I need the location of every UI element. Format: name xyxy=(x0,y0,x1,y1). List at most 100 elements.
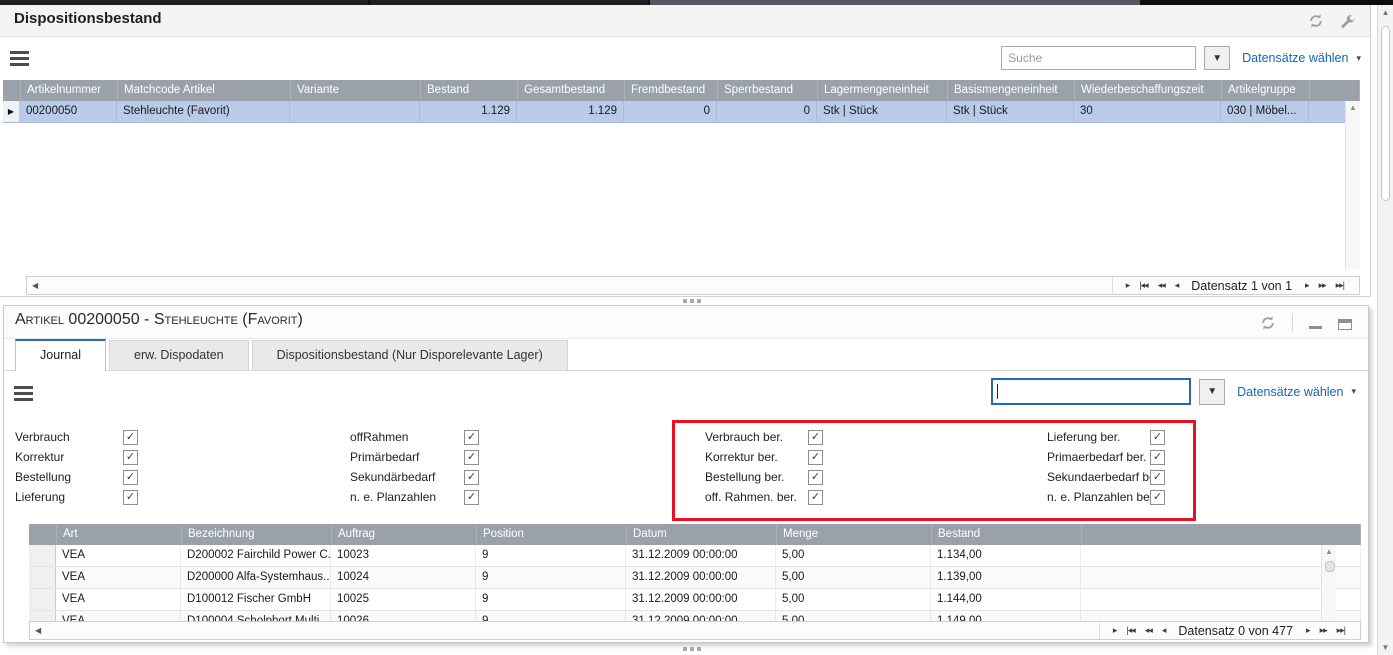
page-scrollbar[interactable]: ▲ ▼ xyxy=(1377,5,1393,655)
hscroll-left-icon[interactable]: ◀ xyxy=(32,281,38,290)
checkbox-korrektur-ber[interactable]: ✓ xyxy=(808,450,823,465)
column-header-bezeichnung[interactable]: Bezeichnung xyxy=(182,524,332,545)
journal-filter-checkboxes: Verbrauch✓Korrektur✓Bestellung✓Lieferung… xyxy=(4,413,1368,523)
scrollbar-thumb[interactable] xyxy=(1381,26,1390,201)
filter-row: offRahmen✓ xyxy=(350,427,479,447)
filter-group-4: Lieferung ber.✓Primaerbedarf ber.✓Sekund… xyxy=(1047,427,1165,507)
scroll-up-icon[interactable]: ▲ xyxy=(1346,101,1360,114)
table-vertical-scrollbar[interactable]: ▲ xyxy=(1321,545,1336,621)
checkbox-korrektur[interactable]: ✓ xyxy=(123,450,138,465)
checkbox-off-rahmen-ber[interactable]: ✓ xyxy=(808,490,823,505)
cell-position: 9 xyxy=(476,567,626,588)
panel-splitter[interactable] xyxy=(683,299,701,303)
column-header-artikelnummer[interactable]: Artikelnummer xyxy=(21,80,118,101)
checkbox-n-e-planzahlen-ber[interactable]: ✓ xyxy=(1150,490,1165,505)
column-header-artikelgruppe[interactable]: Artikelgruppe xyxy=(1222,80,1310,101)
filter-row: Korrektur✓ xyxy=(15,447,138,467)
nav-lead-button[interactable]: ▸ xyxy=(1126,280,1130,291)
scroll-up-icon[interactable]: ▲ xyxy=(1322,545,1336,558)
column-header-matchcode-artikel[interactable]: Matchcode Artikel xyxy=(118,80,291,101)
column-header-variante[interactable]: Variante xyxy=(291,80,421,101)
refresh-icon[interactable] xyxy=(1308,13,1324,29)
table-row[interactable]: VEAD100012 Fischer GmbH10025931.12.2009 … xyxy=(29,589,1361,611)
row-selector-cell[interactable] xyxy=(29,545,56,566)
record-count-label: Datensatz 0 von 477 xyxy=(1178,624,1293,638)
checkbox-verbrauch-ber[interactable]: ✓ xyxy=(808,430,823,445)
nav-fast-prev-button[interactable]: ◂◂ xyxy=(1145,625,1152,636)
column-header-gesamtbestand[interactable]: Gesamtbestand xyxy=(518,80,625,101)
menu-icon[interactable] xyxy=(14,386,33,401)
nav-first-button[interactable]: |◂◂ xyxy=(1139,280,1147,291)
column-header-bestand[interactable]: Bestand xyxy=(932,524,1082,545)
checkbox-primärbedarf[interactable]: ✓ xyxy=(464,450,479,465)
scroll-up-icon[interactable]: ▲ xyxy=(1378,5,1393,19)
column-header-datum[interactable]: Datum xyxy=(627,524,777,545)
nav-next-button[interactable]: ▸ xyxy=(1306,625,1310,636)
nav-fast-next-button[interactable]: ▸▸ xyxy=(1320,625,1327,636)
panel-splitter[interactable] xyxy=(683,647,701,651)
menu-icon[interactable] xyxy=(10,51,29,66)
column-header-art[interactable]: Art xyxy=(57,524,182,545)
checkbox-bestellung[interactable]: ✓ xyxy=(123,470,138,485)
select-records-link[interactable]: Datensätze wählen xyxy=(1237,385,1343,399)
minimize-icon[interactable] xyxy=(1309,326,1322,329)
cell-art: VEA xyxy=(56,545,181,566)
select-records-caret-icon[interactable]: ▾ xyxy=(1351,386,1356,397)
checkbox-lieferung[interactable]: ✓ xyxy=(123,490,138,505)
cell-auftrag: 10023 xyxy=(331,545,476,566)
nav-fast-prev-button[interactable]: ◂◂ xyxy=(1158,280,1165,291)
checkbox-offrahmen[interactable]: ✓ xyxy=(464,430,479,445)
search-filter-dropdown-icon[interactable]: ▼ xyxy=(1199,379,1225,405)
column-header-sperrbestand[interactable]: Sperrbestand xyxy=(718,80,818,101)
filter-row: Verbrauch✓ xyxy=(15,427,138,447)
filter-row: Korrektur ber.✓ xyxy=(705,447,823,467)
column-header-menge[interactable]: Menge xyxy=(777,524,932,545)
checkbox-primaerbedarf-ber[interactable]: ✓ xyxy=(1150,450,1165,465)
search-input[interactable] xyxy=(1001,46,1196,70)
checkbox-lieferung-ber[interactable]: ✓ xyxy=(1150,430,1165,445)
tab-journal[interactable]: Journal xyxy=(15,339,106,371)
row-selector-cell[interactable]: ▶ xyxy=(3,101,20,122)
maximize-icon[interactable] xyxy=(1338,319,1352,330)
nav-last-button[interactable]: ▸▸| xyxy=(1337,625,1345,636)
column-header-basismengeneinheit[interactable]: Basismengeneinheit xyxy=(948,80,1075,101)
filter-row: n. e. Planzahlen✓ xyxy=(350,487,479,507)
row-selector-cell[interactable] xyxy=(29,589,56,610)
nav-prev-button[interactable]: ◂ xyxy=(1175,280,1179,291)
table-row[interactable]: VEAD200002 Fairchild Power C...10023931.… xyxy=(29,545,1361,567)
nav-next-button[interactable]: ▸ xyxy=(1305,280,1309,291)
wrench-icon[interactable] xyxy=(1340,13,1356,29)
tab-erw-dispodaten[interactable]: erw. Dispodaten xyxy=(109,340,249,370)
nav-fast-next-button[interactable]: ▸▸ xyxy=(1319,280,1326,291)
row-selector-cell[interactable] xyxy=(29,567,56,588)
nav-prev-button[interactable]: ◂ xyxy=(1162,625,1166,636)
table-row[interactable]: ▶00200050Stehleuchte (Favorit)1.1291.129… xyxy=(3,101,1360,123)
column-header-wiederbeschaffungszeit[interactable]: Wiederbeschaffungszeit xyxy=(1075,80,1222,101)
column-header-lagermengeneinheit[interactable]: Lagermengeneinheit xyxy=(818,80,948,101)
nav-last-button[interactable]: ▸▸| xyxy=(1336,280,1344,291)
table-body: ▶00200050Stehleuchte (Favorit)1.1291.129… xyxy=(3,101,1360,123)
checkbox-sekundaerbedarf-ber[interactable]: ✓ xyxy=(1150,470,1165,485)
column-header-fremdbestand[interactable]: Fremdbestand xyxy=(625,80,718,101)
search-filter-dropdown-icon[interactable]: ▼ xyxy=(1204,46,1230,70)
refresh-icon[interactable] xyxy=(1260,315,1276,331)
column-header-position[interactable]: Position xyxy=(477,524,627,545)
table-vertical-scrollbar[interactable]: ▲ xyxy=(1345,101,1360,269)
column-header-bestand[interactable]: Bestand xyxy=(421,80,518,101)
filter-row: Lieferung✓ xyxy=(15,487,138,507)
select-records-link[interactable]: Datensätze wählen xyxy=(1242,51,1348,65)
tab-dispositionsbestand-nur-disporelevante-lager[interactable]: Dispositionsbestand (Nur Disporelevante … xyxy=(252,340,568,370)
table-row[interactable]: VEAD200000 Alfa-Systemhaus...10024931.12… xyxy=(29,567,1361,589)
checkbox-n-e-planzahlen[interactable]: ✓ xyxy=(464,490,479,505)
nav-first-button[interactable]: |◂◂ xyxy=(1126,625,1134,636)
hscroll-left-icon[interactable]: ◀ xyxy=(35,626,41,635)
scrollbar-thumb[interactable] xyxy=(1325,561,1335,572)
checkbox-verbrauch[interactable]: ✓ xyxy=(123,430,138,445)
search-input-focused[interactable] xyxy=(991,378,1191,405)
checkbox-sekundärbedarf[interactable]: ✓ xyxy=(464,470,479,485)
select-records-caret-icon[interactable]: ▾ xyxy=(1356,53,1361,64)
checkbox-bestellung-ber[interactable]: ✓ xyxy=(808,470,823,485)
column-header-auftrag[interactable]: Auftrag xyxy=(332,524,477,545)
nav-lead-button[interactable]: ▸ xyxy=(1113,625,1117,636)
scroll-down-icon[interactable]: ▼ xyxy=(1378,640,1393,654)
